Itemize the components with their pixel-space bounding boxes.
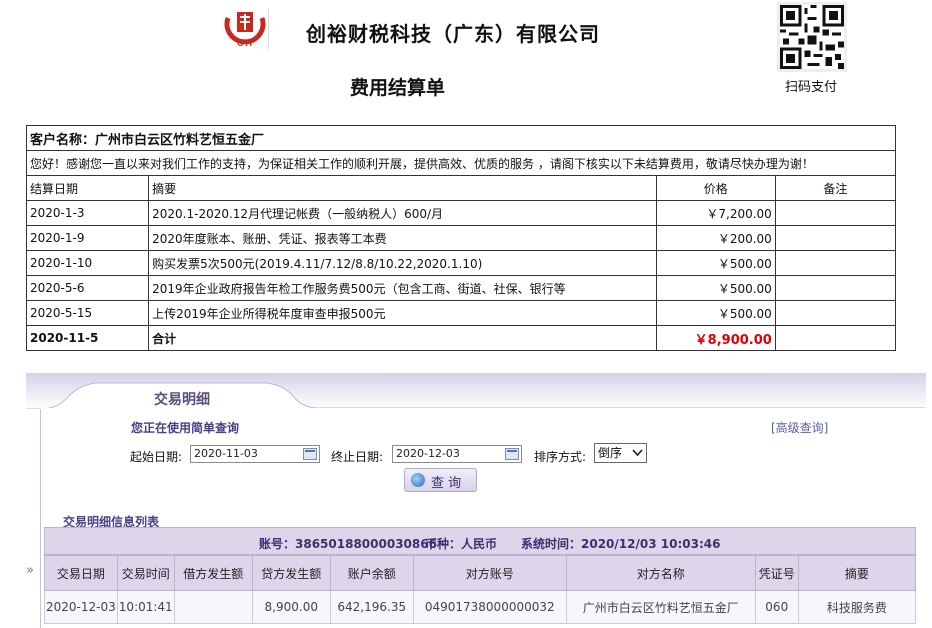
chevron-down-icon <box>632 449 643 457</box>
query-button-label: 查 询 <box>431 476 462 491</box>
total-date: 2020-11-5 <box>25 325 150 351</box>
transaction-header-row: 交易日期 交易时间 借方发生额 贷方发生额 账户余额 对方账号 对方名称 凭证号… <box>44 555 917 591</box>
bill-note <box>774 300 897 326</box>
total-note <box>774 325 897 351</box>
bill-price: ￥7,200.00 <box>655 200 776 226</box>
bill-summary: 2020年度账本、账册、凭证、报表等工本费 <box>148 225 657 251</box>
bill-date: 2020-1-9 <box>25 225 150 251</box>
settlement-table: 客户名称：广州市白云区竹料艺恒五金厂 您好！感谢您一直以来对我们工作的支持，为保… <box>25 125 897 351</box>
tx-counter-account: 04901738000000032 <box>412 590 567 624</box>
table-row: 2020-5-15 上传2019年企业所得税年度审查申报500元 ￥500.00 <box>25 300 897 326</box>
advanced-query-link[interactable]: [高级查询] <box>771 419 828 436</box>
tx-credit: 8,900.00 <box>251 590 331 624</box>
start-date-input[interactable]: 2020-11-03 <box>190 445 320 463</box>
bill-note <box>774 250 897 276</box>
bank-transaction-panel: 交易明细 您正在使用简单查询 [高级查询] 起始日期: 2020-11-03 终… <box>26 373 926 628</box>
bill-date: 2020-1-10 <box>25 250 150 276</box>
end-date-value: 2020-12-03 <box>396 447 460 460</box>
bill-summary: 上传2019年企业所得税年度审查申报500元 <box>148 300 657 326</box>
bill-date: 2020-1-3 <box>25 200 150 226</box>
sort-select[interactable]: 倒序 <box>594 443 647 463</box>
document-title: 费用结算单 <box>350 77 446 99</box>
column-header: 贷方发生额 <box>251 555 331 591</box>
account-number: 账号：38650188000030866 <box>259 537 437 551</box>
bill-summary: 2020.1-2020.12月代理记帐费（一般纳税人）600/月 <box>148 200 657 226</box>
sort-label: 排序方式: <box>534 450 587 464</box>
column-header: 凭证号 <box>754 555 799 591</box>
bill-summary: 购买发票5次500元(2019.4.11/7.12/8.8/10.22,2020… <box>148 250 657 276</box>
svg-text:CYI: CYI <box>237 38 252 48</box>
company-name: 创裕财税科技（广东）有限公司 <box>306 22 600 46</box>
column-header: 结算日期 <box>25 175 150 201</box>
column-header: 借方发生额 <box>173 555 253 591</box>
column-header: 价格 <box>655 175 776 201</box>
bill-price: ￥500.00 <box>655 300 776 326</box>
globe-icon <box>411 473 425 487</box>
bill-price: ￥500.00 <box>655 250 776 276</box>
bill-header-row: 结算日期 摘要 价格 备注 <box>25 175 897 201</box>
end-date-label: 终止日期: <box>331 450 384 464</box>
table-row: 2020-1-3 2020.1-2020.12月代理记帐费（一般纳税人）600/… <box>25 200 897 226</box>
tx-time: 10:01:41 <box>116 590 175 624</box>
column-header: 摘要 <box>797 555 917 591</box>
greeting-text: 您好！感谢您一直以来对我们工作的支持，为保证相关工作的顺利开展，提供高效、优质的… <box>26 150 896 176</box>
company-logo: CYI <box>222 8 269 50</box>
column-header: 交易日期 <box>44 555 118 591</box>
account-info-bar: 账号：38650188000030866 币种：人民币 系统时间：2020/12… <box>44 527 916 555</box>
tx-summary: 科技服务费 <box>797 590 917 624</box>
tx-counter-name: 广州市白云区竹料艺恒五金厂 <box>565 590 756 624</box>
table-row: 2020-1-9 2020年度账本、账册、凭证、报表等工本费 ￥200.00 <box>25 225 897 251</box>
transaction-table: 交易日期 交易时间 借方发生额 贷方发生额 账户余额 对方账号 对方名称 凭证号… <box>44 555 917 624</box>
bill-date: 2020-5-15 <box>25 300 150 326</box>
table-row: 2020-1-10 购买发票5次500元(2019.4.11/7.12/8.8/… <box>25 250 897 276</box>
tx-debit <box>173 590 253 624</box>
customer-row: 客户名称：广州市白云区竹料艺恒五金厂 <box>26 125 896 151</box>
table-row[interactable]: 2020-12-03 10:01:41 8,900.00 642,196.35 … <box>44 590 917 624</box>
total-price: ￥8,900.00 <box>655 325 776 351</box>
qr-code-icon[interactable] <box>777 2 847 72</box>
column-header: 备注 <box>774 175 897 201</box>
column-header: 对方账号 <box>412 555 567 591</box>
customer-name: 客户名称：广州市白云区竹料艺恒五金厂 <box>26 125 896 151</box>
column-header: 交易时间 <box>116 555 175 591</box>
bill-note <box>774 200 897 226</box>
bill-note <box>774 275 897 301</box>
column-header: 账户余额 <box>329 555 414 591</box>
calendar-icon[interactable] <box>505 448 519 460</box>
sort-value: 倒序 <box>598 446 623 460</box>
column-header: 摘要 <box>148 175 657 201</box>
total-row: 2020-11-5 合计 ￥8,900.00 <box>25 325 897 351</box>
system-time: 系统时间：2020/12/03 10:03:46 <box>521 537 721 551</box>
total-label: 合计 <box>148 325 657 351</box>
greeting-row: 您好！感谢您一直以来对我们工作的支持，为保证相关工作的顺利开展，提供高效、优质的… <box>26 150 896 176</box>
bill-price: ￥500.00 <box>655 275 776 301</box>
tx-date: 2020-12-03 <box>44 590 118 624</box>
tx-balance: 642,196.35 <box>329 590 414 624</box>
tab-transaction-detail[interactable]: 交易明细 <box>154 389 210 409</box>
bill-price: ￥200.00 <box>655 225 776 251</box>
column-header: 对方名称 <box>565 555 756 591</box>
start-date-value: 2020-11-03 <box>194 447 258 460</box>
table-row: 2020-5-6 2019年企业政府报告年检工作服务费500元（包含工商、街道、… <box>25 275 897 301</box>
query-button[interactable]: 查 询 <box>404 468 477 492</box>
query-mode-label: 您正在使用简单查询 <box>131 421 240 435</box>
bill-date: 2020-5-6 <box>25 275 150 301</box>
qr-pay-label: 扫码支付 <box>785 80 838 95</box>
bill-summary: 2019年企业政府报告年检工作服务费500元（包含工商、街道、社保、银行等 <box>148 275 657 301</box>
tx-voucher: 060 <box>754 590 799 624</box>
start-date-label: 起始日期: <box>130 450 183 464</box>
end-date-input[interactable]: 2020-12-03 <box>392 445 522 463</box>
bill-note <box>774 225 897 251</box>
currency: 币种：人民币 <box>425 537 498 551</box>
expand-arrow-icon[interactable]: » <box>26 563 34 578</box>
calendar-icon[interactable] <box>303 448 317 460</box>
